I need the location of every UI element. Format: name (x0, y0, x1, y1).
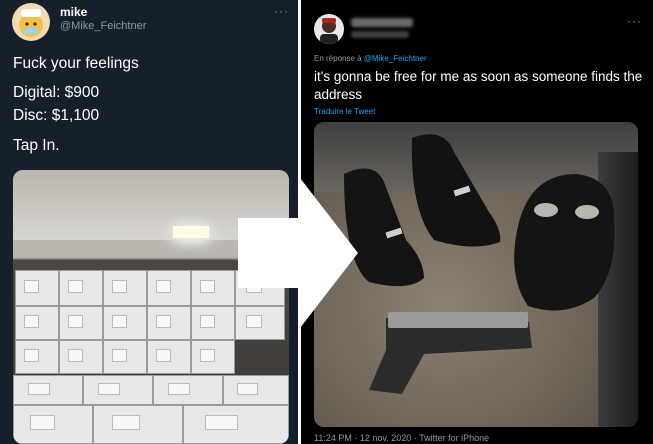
right-handle[interactable] (351, 31, 409, 38)
translate-link[interactable]: Traduire le Tweet (314, 107, 375, 116)
tweet-line-3: Disc: $1,100 (13, 107, 100, 124)
arrow-right-icon (238, 178, 358, 328)
right-display-name[interactable] (351, 18, 413, 27)
tweet-line-2: Digital: $900 (13, 84, 100, 101)
tweet-meta: 11:24 PM · 12 nov. 2020 · Twitter for iP… (314, 433, 490, 443)
reply-context: En réponse à @Mike_Feichtner (314, 54, 427, 63)
left-avatar[interactable] (12, 3, 50, 41)
tweet-line-1: Fuck your feelings (13, 55, 139, 72)
shoes-mask-gun-photo[interactable] (314, 122, 638, 427)
right-more-icon[interactable]: ··· (627, 14, 642, 28)
person-icon (320, 18, 338, 44)
face-emoji-icon (19, 9, 43, 37)
left-handle[interactable]: @Mike_Feichtner (60, 20, 146, 32)
right-avatar[interactable] (314, 14, 344, 44)
reply-prefix: En réponse à (314, 54, 364, 63)
reply-handle-link[interactable]: @Mike_Feichtner (364, 54, 427, 63)
tweet-line-4: Tap In. (13, 137, 60, 154)
reply-text: it's gonna be free for me as soon as som… (314, 69, 643, 102)
left-display-name[interactable]: mike (60, 5, 87, 19)
left-more-icon[interactable]: ··· (274, 4, 289, 18)
